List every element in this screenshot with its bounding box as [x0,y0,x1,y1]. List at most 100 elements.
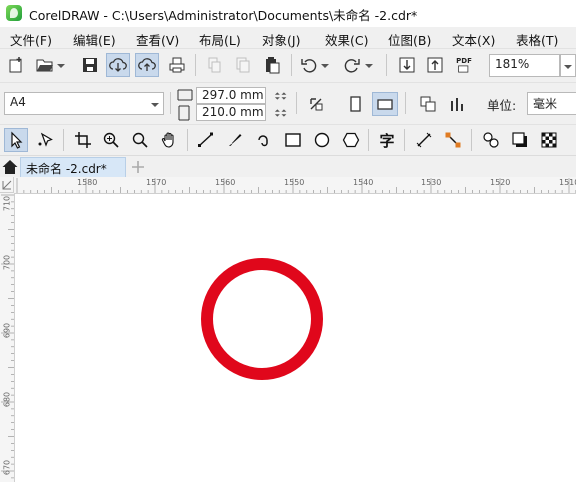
publish-pdf-icon[interactable]: PDF [453,54,475,76]
menu-layout[interactable]: 布局(L) [199,30,241,49]
document-tab-label: 未命名 -2.cdr* [26,162,107,176]
page-width-icon [176,87,194,103]
toolbox: 字 [0,124,576,156]
property-bar: A4 297.0 mm 210.0 mm 单位: 毫米 [0,82,576,124]
export-icon[interactable] [424,54,446,76]
separator [368,129,369,151]
save-icon[interactable] [79,54,101,76]
paste-icon[interactable] [261,54,283,76]
ruler-tick-label: 1550 [284,178,305,187]
ruler-tick-label: 1530 [421,178,442,187]
horizontal-ruler[interactable]: 1580 1570 1560 1550 1540 1530 1520 1510 [14,177,576,194]
portrait-icon[interactable] [344,93,366,115]
copy-icon[interactable] [232,54,254,76]
import-icon[interactable] [396,54,418,76]
window-title: CorelDRAW - C:\Users\Administrator\Docum… [29,8,418,23]
parallel-dimension-tool-icon[interactable] [413,129,435,151]
undo-icon[interactable] [298,54,320,76]
bezier-pen-tool-icon[interactable] [253,129,275,151]
page-width-spinner-icon[interactable] [268,87,290,104]
page-width-value: 297.0 mm [202,88,264,102]
coreldraw-app-icon [6,5,22,21]
menu-effects[interactable]: 效果(C) [325,30,368,49]
bleed-icon[interactable] [446,93,468,115]
ruler-tick-label: 1580 [77,178,98,187]
zoom-tool-icon[interactable] [100,129,122,151]
ruler-tick-label: 680 [2,391,12,408]
text-tool-icon[interactable]: 字 [376,129,398,151]
separator [291,54,292,76]
undo-dropdown-chevron-icon[interactable] [319,54,331,76]
ruler-tick-label: 670 [2,459,12,476]
landscape-icon[interactable] [372,92,398,116]
separator [471,129,472,151]
zoom-dropdown-chevron-icon[interactable] [560,54,576,77]
ring-shape[interactable] [201,258,323,380]
separator [195,54,196,76]
menu-edit[interactable]: 编辑(E) [73,30,116,49]
ruler-tick-label: 710 [2,195,12,212]
ellipse-tool-icon[interactable] [311,129,333,151]
pdf-label: PDF [456,57,472,65]
menu-text[interactable]: 文本(X) [452,30,495,49]
rectangle-tool-icon[interactable] [282,129,304,151]
title-bar: CorelDRAW - C:\Users\Administrator\Docum… [0,0,576,27]
freehand-tool-icon[interactable] [195,129,217,151]
transparency-tool-icon[interactable] [538,129,560,151]
ruler-tick-label: 1520 [490,178,511,187]
cut-icon[interactable] [203,54,225,76]
zoom-level-field[interactable]: 181% [489,54,560,77]
menu-object[interactable]: 对象(J) [262,30,300,49]
artistic-media-tool-icon[interactable] [224,129,246,151]
page-height-field[interactable]: 210.0 mm [196,104,266,121]
vertical-ruler[interactable]: 710 700 690 680 670 [0,193,15,482]
blend-tool-icon[interactable] [480,129,502,151]
separator [405,92,406,114]
polygon-tool-icon[interactable] [340,129,362,151]
home-icon[interactable] [1,157,19,176]
crop-tool-icon[interactable] [72,129,94,151]
page-height-icon [176,105,194,121]
cloud-download-icon[interactable] [106,53,130,77]
page-size-select[interactable]: A4 [4,92,164,115]
pick-tool-icon[interactable] [4,128,28,152]
ruler-tick-label: 1570 [146,178,167,187]
menu-table[interactable]: 表格(T) [516,30,558,49]
drawing-canvas[interactable] [15,194,576,482]
new-document-icon[interactable] [5,54,27,76]
redo-dropdown-chevron-icon[interactable] [363,54,375,76]
all-pages-layout-icon[interactable] [417,93,439,115]
units-label: 单位: [487,98,517,113]
separator [404,129,405,151]
open-folder-icon[interactable] [34,54,56,76]
menu-bitmaps[interactable]: 位图(B) [388,30,431,49]
open-dropdown-chevron-icon[interactable] [55,54,67,76]
document-tab-bar: 未命名 -2.cdr* [0,155,576,177]
menu-view[interactable]: 查看(V) [136,30,179,49]
page-height-spinner-icon[interactable] [268,104,290,121]
separator [386,54,387,76]
zoom-out-tool-icon[interactable] [129,129,151,151]
units-select[interactable]: 毫米 [527,92,576,115]
connector-tool-icon[interactable] [442,129,464,151]
menu-bar: 文件(F) 编辑(E) 查看(V) 布局(L) 对象(J) 效果(C) 位图(B… [0,27,576,48]
zoom-value: 181% [495,57,530,71]
all-pages-icon[interactable] [305,93,327,115]
redo-icon[interactable] [341,54,363,76]
separator [170,92,171,114]
document-tab[interactable]: 未命名 -2.cdr* [20,157,126,177]
ruler-tick-label: 690 [2,322,12,339]
add-document-tab-icon[interactable] [129,157,147,176]
print-icon[interactable] [166,54,188,76]
separator [63,129,64,151]
pan-tool-icon[interactable] [158,129,180,151]
page-height-value: 210.0 mm [202,105,264,119]
drop-shadow-tool-icon[interactable] [509,129,531,151]
separator [187,129,188,151]
page-size-value: A4 [10,95,26,109]
units-value: 毫米 [533,97,558,111]
page-width-field[interactable]: 297.0 mm [196,87,266,104]
menu-file[interactable]: 文件(F) [10,30,52,49]
shape-tool-icon[interactable] [34,129,56,151]
cloud-upload-icon[interactable] [135,53,159,77]
